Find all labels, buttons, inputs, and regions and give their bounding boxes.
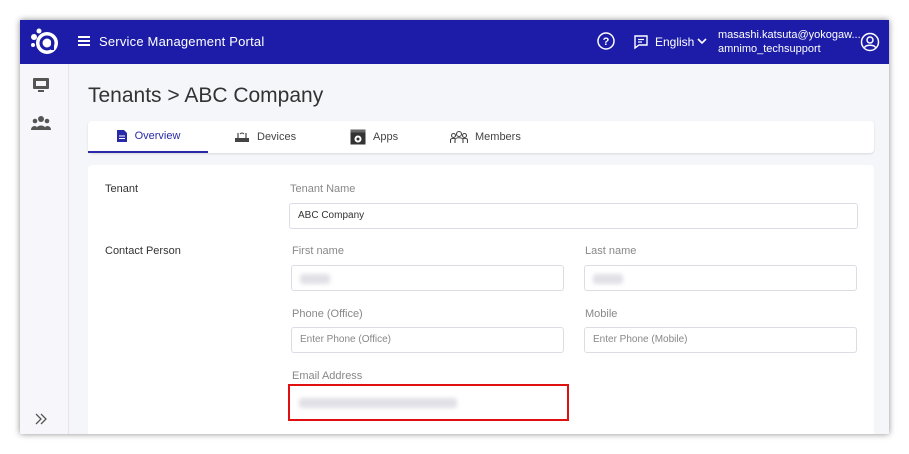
monitor-icon[interactable]	[31, 76, 51, 94]
redacted-first-name	[300, 274, 330, 284]
contact-section-label: Contact Person	[105, 245, 181, 257]
app-window: Service Management Portal ? English masa…	[20, 20, 889, 434]
email-highlight-box	[288, 384, 569, 421]
tab-members-label: Members	[475, 131, 521, 143]
members-icon	[450, 130, 468, 143]
tab-overview[interactable]: Overview	[88, 121, 208, 153]
help-icon[interactable]: ?	[597, 32, 615, 50]
tenant-name-input[interactable]: ABC Company	[289, 203, 858, 229]
apps-icon	[350, 129, 366, 145]
app-logo-icon[interactable]	[30, 28, 60, 56]
expand-sidebar-icon[interactable]	[34, 412, 48, 426]
app-title: Service Management Portal	[99, 34, 265, 49]
tab-overview-label: Overview	[134, 130, 181, 142]
user-info[interactable]: masashi.katsuta@yokogaw... amnimo_techsu…	[718, 28, 861, 56]
svg-text:?: ?	[603, 36, 610, 48]
last-name-input[interactable]	[584, 265, 857, 291]
top-bar: Service Management Portal ? English masa…	[20, 20, 889, 64]
users-icon[interactable]	[31, 114, 51, 132]
sidebar	[20, 64, 69, 434]
phone-office-label: Phone (Office)	[292, 308, 363, 320]
email-label: Email Address	[292, 370, 363, 382]
language-selector[interactable]: English	[655, 35, 694, 49]
user-org: amnimo_techsupport	[718, 43, 821, 55]
account-icon[interactable]	[860, 32, 880, 52]
tab-devices[interactable]: Devices	[234, 121, 296, 153]
tenant-name-label: Tenant Name	[290, 183, 356, 195]
mobile-input[interactable]: Enter Phone (Mobile)	[584, 327, 857, 353]
tab-bar: Overview Devices Apps Members	[88, 121, 874, 153]
feedback-icon[interactable]	[633, 34, 649, 50]
user-email: masashi.katsuta@yokogaw...	[718, 29, 861, 41]
tab-apps-label: Apps	[373, 131, 399, 143]
menu-icon[interactable]	[78, 34, 90, 48]
first-name-input[interactable]	[291, 265, 564, 291]
router-icon	[235, 132, 249, 142]
tab-devices-label: Devices	[257, 131, 297, 143]
redacted-last-name	[593, 274, 623, 284]
tab-members[interactable]: Members	[450, 121, 521, 153]
tenant-section-label: Tenant	[105, 183, 139, 195]
phone-office-input[interactable]: Enter Phone (Office)	[291, 327, 564, 353]
mobile-label: Mobile	[585, 308, 618, 320]
first-name-label: First name	[292, 245, 344, 257]
breadcrumb: Tenants > ABC Company	[88, 84, 324, 107]
document-icon	[116, 130, 127, 142]
last-name-label: Last name	[585, 245, 637, 257]
chevron-down-icon[interactable]	[696, 35, 708, 47]
tab-apps[interactable]: Apps	[350, 121, 398, 153]
